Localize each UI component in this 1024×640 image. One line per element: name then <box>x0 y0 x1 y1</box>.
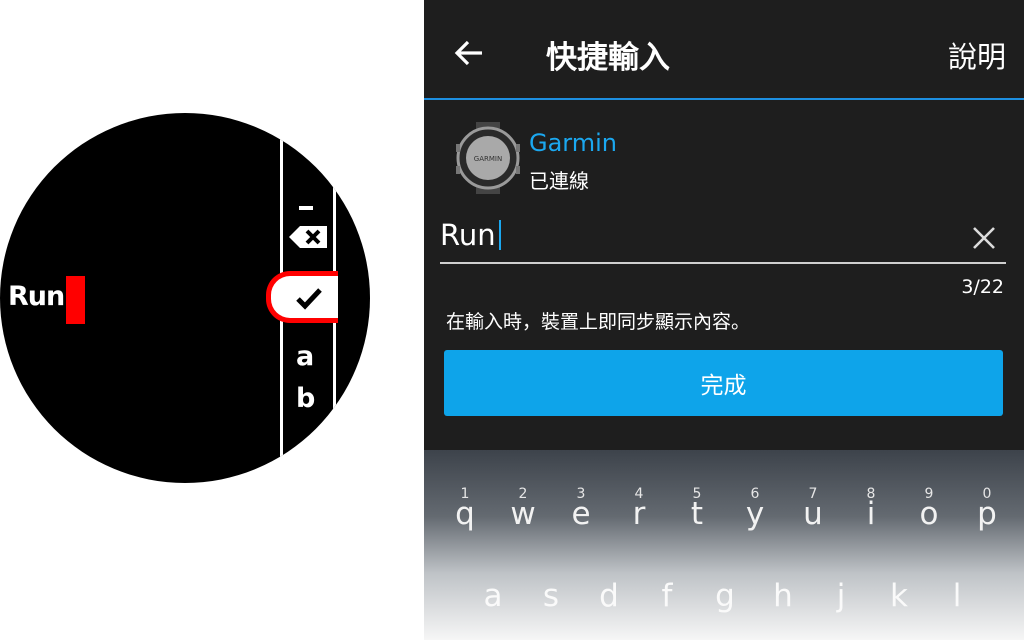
quick-input-field[interactable]: Run <box>440 214 1006 264</box>
key-t[interactable]: 5t <box>668 486 726 542</box>
key-p[interactable]: 0p <box>958 486 1016 542</box>
help-button[interactable]: 說明 <box>948 34 1006 76</box>
key-s[interactable]: s <box>522 578 580 628</box>
app-bar: 快捷輸入 說明 <box>424 0 1024 100</box>
svg-text:GARMIN: GARMIN <box>474 155 502 163</box>
key-f[interactable]: f <box>638 578 696 628</box>
done-button[interactable]: 完成 <box>444 350 1003 416</box>
key-u[interactable]: 7u <box>784 486 842 542</box>
key-g[interactable]: g <box>696 578 754 628</box>
key-w[interactable]: 2w <box>494 486 552 542</box>
arrow-left-icon[interactable] <box>452 36 486 70</box>
watch-key-a: a <box>296 341 315 372</box>
key-j[interactable]: j <box>812 578 870 628</box>
key-i[interactable]: 8i <box>842 486 900 542</box>
soft-keyboard: 1q 2w 3e 4r 5t 6y 7u 8i 9o 0p a s d f g … <box>424 450 1024 640</box>
watch-entry-text: Run <box>8 281 65 312</box>
phone-screen: 快捷輸入 說明 GARMIN Garmin 已連線 Run 3/22 在輸入時，… <box>424 0 1024 640</box>
key-a[interactable]: a <box>464 578 522 628</box>
key-q[interactable]: 1q <box>436 486 494 542</box>
key-o[interactable]: 9o <box>900 486 958 542</box>
page-title: 快捷輸入 <box>546 40 670 76</box>
quick-input-value[interactable]: Run <box>440 218 501 252</box>
watch-key-dash <box>299 206 313 210</box>
character-counter: 3/22 <box>961 276 1004 298</box>
sync-hint: 在輸入時，裝置上即同步顯示內容。 <box>446 311 751 333</box>
text-caret <box>498 220 501 250</box>
key-y[interactable]: 6y <box>726 486 784 542</box>
backspace-icon <box>289 226 327 248</box>
close-icon[interactable] <box>970 224 998 252</box>
device-name: Garmin <box>529 129 618 157</box>
garmin-watch-icon: GARMIN <box>456 122 520 194</box>
watch-confirm-key <box>266 271 338 323</box>
key-h[interactable]: h <box>754 578 812 628</box>
checkmark-icon <box>296 288 322 310</box>
watch-face: Run a b <box>0 113 370 483</box>
watch-key-b: b <box>296 383 316 414</box>
key-k[interactable]: k <box>870 578 928 628</box>
key-d[interactable]: d <box>580 578 638 628</box>
device-status: 已連線 <box>529 169 589 193</box>
watch-cursor <box>66 276 85 324</box>
key-r[interactable]: 4r <box>610 486 668 542</box>
key-l[interactable]: l <box>928 578 986 628</box>
key-e[interactable]: 3e <box>552 486 610 542</box>
